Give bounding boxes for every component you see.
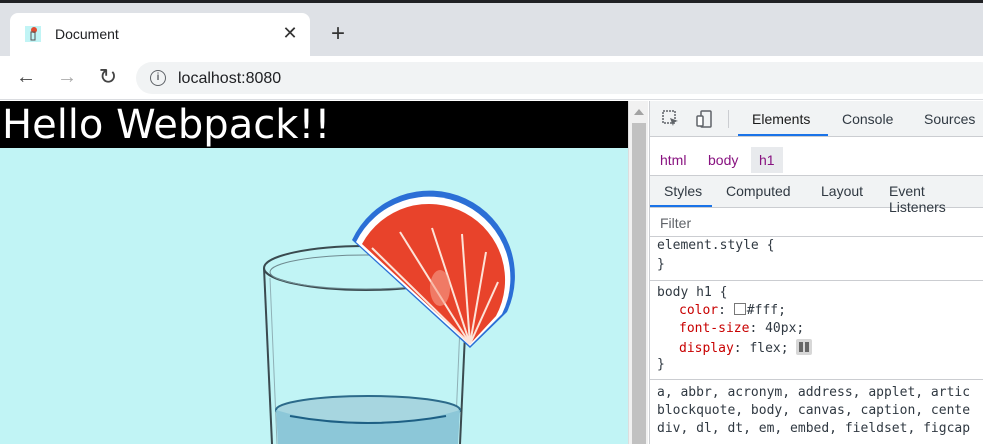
tab-title: Document [55,26,119,42]
prop-name: font-size [679,321,750,336]
tab-document[interactable]: Document ✕ [10,13,310,56]
body-h1-rule: body h1 { color: #fff; font-size: 40px; … [650,282,983,380]
toolbar-divider [728,110,729,128]
browser-toolbar: ← → ↻ i localhost:8080 [0,56,983,100]
breadcrumb-body[interactable]: body [700,147,746,173]
forward-button[interactable]: → [55,66,79,90]
prop-value: flex; [749,341,789,356]
prop-name: color [679,303,719,318]
prop-font-size[interactable]: font-size: 40px; [679,321,804,336]
site-info-icon[interactable]: i [150,70,166,86]
ua-selector-line-1: a, abbr, acronym, address, applet, artic [657,385,971,400]
subtab-layout[interactable]: Layout [821,183,863,199]
element-style-selector[interactable]: element.style { [657,238,774,253]
tab-bar: Document ✕ + [0,3,983,56]
tab-console[interactable]: Console [842,111,893,127]
devtools-panel: Elements Console Sources html body h1 St… [649,101,983,444]
color-swatch-icon[interactable] [733,303,746,315]
active-subtab-indicator [650,205,712,207]
ua-selector-line-3: div, dl, dt, em, embed, fieldset, figcap [657,421,971,436]
tab-elements[interactable]: Elements [752,111,810,127]
element-style-rule: element.style { } [650,238,983,281]
scroll-up-icon[interactable] [634,109,644,115]
device-toolbar-icon[interactable] [696,110,714,128]
url-text[interactable]: localhost:8080 [178,70,281,88]
styles-filter[interactable]: Filter [650,209,983,237]
filter-input[interactable]: Filter [660,215,691,231]
tab-close-icon[interactable]: ✕ [281,24,299,42]
subtab-styles[interactable]: Styles [664,183,702,199]
devtools-tabbar: Elements Console Sources [650,101,983,137]
back-button[interactable]: ← [14,66,38,90]
prop-value: 40px; [765,321,805,336]
page-heading: Hello Webpack!! [0,101,628,148]
breadcrumb-html[interactable]: html [652,147,694,173]
prop-color[interactable]: color: #fff; [679,303,786,318]
ua-selector-line-2: blockquote, body, canvas, caption, cente [657,403,971,418]
breadcrumb: html body h1 [650,145,983,173]
subtab-computed[interactable]: Computed [726,183,791,199]
flexbox-editor-icon[interactable] [796,339,813,355]
rule-selector[interactable]: body h1 { [657,285,727,300]
prop-value: #fff; [746,303,786,318]
scroll-thumb[interactable] [632,123,646,444]
page-scrollbar[interactable] [628,101,648,444]
active-tab-indicator [738,134,828,136]
inspect-element-icon[interactable] [662,110,680,128]
breadcrumb-h1[interactable]: h1 [751,147,783,173]
page-viewport: Hello Webpack!! [0,101,628,444]
browser-window: Document ✕ + ← → ↻ i localhost:8080 Hell… [0,0,983,444]
element-style-close: } [657,257,665,272]
styles-subtabs: Styles Computed Layout Event Listeners [650,175,983,215]
address-bar[interactable]: i localhost:8080 [136,62,983,94]
prop-display[interactable]: display: flex; [679,339,813,356]
favicon-icon [25,26,41,42]
tab-sources[interactable]: Sources [924,111,975,127]
glass-grapefruit-image [0,148,628,444]
reload-button[interactable]: ↻ [96,66,120,90]
prop-name: display [679,341,734,356]
new-tab-button[interactable]: + [326,22,350,47]
user-agent-rule: a, abbr, acronym, address, applet, artic… [650,381,983,444]
rule-close: } [657,357,665,372]
